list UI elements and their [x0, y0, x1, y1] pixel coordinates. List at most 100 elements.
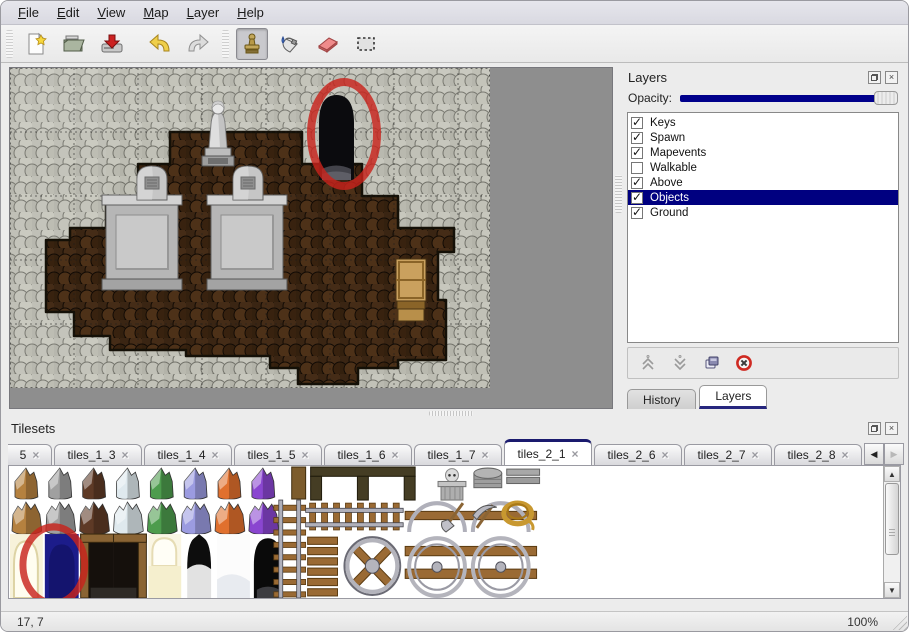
layer-row-spawn[interactable]: ✓ Spawn	[628, 130, 898, 145]
layer-visibility-checkbox[interactable]: ✓	[631, 177, 643, 189]
redo-button[interactable]	[182, 28, 214, 60]
opacity-label: Opacity:	[628, 91, 672, 105]
fill-bucket-icon	[277, 31, 303, 57]
layer-row-ground[interactable]: ✓ Ground	[628, 205, 898, 220]
delete-icon	[735, 354, 753, 372]
chevron-down-icon	[671, 354, 689, 372]
menu-help[interactable]: Help	[228, 3, 273, 22]
vertical-splitter[interactable]	[613, 63, 625, 409]
layer-row-objects[interactable]: ✓ Objects	[628, 190, 898, 205]
layer-row-above[interactable]: ✓ Above	[628, 175, 898, 190]
menubar: File Edit View Map Layer Help	[1, 1, 908, 25]
tilesets-panel: Tilesets × 5× tiles_1_3× tiles_1_4× tile…	[8, 418, 901, 611]
main-area: Layers × Opacity: ✓ Keys ✓	[1, 63, 908, 409]
tab-scroll-left-button[interactable]: ◀	[864, 443, 884, 465]
eraser-tool-button[interactable]	[312, 28, 344, 60]
tab-close-icon[interactable]: ×	[842, 448, 849, 462]
cursor-coordinates: 17, 7	[17, 615, 44, 629]
layer-row-walkable[interactable]: ✓ Walkable	[628, 160, 898, 175]
undo-icon	[147, 31, 173, 57]
rect-select-tool-button[interactable]	[350, 28, 382, 60]
tileset-tab[interactable]: tiles_2_6×	[594, 444, 682, 465]
tileset-tab[interactable]: tiles_1_6×	[324, 444, 412, 465]
tileset-tab[interactable]: tiles_2_1×	[504, 439, 592, 465]
tileset-tab[interactable]: 5×	[8, 444, 52, 465]
tab-layers[interactable]: Layers	[699, 385, 767, 409]
new-file-icon	[23, 31, 49, 57]
scrollbar-thumb[interactable]	[885, 483, 899, 555]
move-layer-down-button[interactable]	[670, 353, 690, 373]
tab-close-icon[interactable]: ×	[572, 447, 579, 461]
toolbar-drag-handle[interactable]	[6, 30, 13, 58]
check-icon: ✓	[632, 131, 642, 143]
menu-map[interactable]: Map	[134, 3, 177, 22]
layers-panel-float-button[interactable]	[868, 71, 881, 84]
tileset-tab[interactable]: tiles_1_3×	[54, 444, 142, 465]
tilesets-panel-close-button[interactable]: ×	[885, 422, 898, 435]
opacity-slider-handle[interactable]	[874, 91, 898, 105]
layer-list: ✓ Keys ✓ Spawn ✓ Mapevents ✓ Walkable ✓	[627, 112, 899, 343]
move-layer-up-button[interactable]	[638, 353, 658, 373]
scroll-up-button[interactable]: ▲	[884, 466, 900, 482]
toolbar	[1, 25, 908, 63]
map-canvas[interactable]	[10, 68, 612, 406]
menu-edit[interactable]: Edit	[48, 3, 88, 22]
layers-panel-close-button[interactable]: ×	[885, 71, 898, 84]
undo-button[interactable]	[144, 28, 176, 60]
new-map-button[interactable]	[20, 28, 52, 60]
layer-name: Ground	[650, 207, 688, 219]
scroll-down-button[interactable]: ▼	[884, 582, 900, 598]
tileset-tab[interactable]: tiles_2_8×	[774, 444, 862, 465]
toolbar-drag-handle[interactable]	[222, 30, 229, 58]
delete-layer-button[interactable]	[734, 353, 754, 373]
layer-name: Above	[650, 177, 683, 189]
layer-visibility-checkbox[interactable]: ✓	[631, 147, 643, 159]
layer-visibility-checkbox[interactable]: ✓	[631, 207, 643, 219]
statusbar: 17, 7 100%	[1, 611, 908, 631]
layer-name: Walkable	[650, 162, 697, 174]
tileset-tab[interactable]: tiles_1_7×	[414, 444, 502, 465]
opacity-row: Opacity:	[625, 87, 901, 109]
menu-file[interactable]: File	[9, 3, 48, 22]
menu-layer[interactable]: Layer	[178, 3, 229, 22]
tab-close-icon[interactable]: ×	[302, 448, 309, 462]
layer-visibility-checkbox[interactable]: ✓	[631, 192, 643, 204]
open-map-button[interactable]	[58, 28, 90, 60]
tab-scroll-right-button[interactable]: ▶	[884, 443, 904, 465]
tab-close-icon[interactable]: ×	[482, 448, 489, 462]
stamp-tool-button[interactable]	[236, 28, 268, 60]
resize-grip[interactable]	[892, 615, 907, 630]
close-icon: ×	[889, 424, 894, 433]
tab-close-icon[interactable]: ×	[122, 448, 129, 462]
map-view	[9, 67, 613, 409]
tilesets-panel-float-button[interactable]	[868, 422, 881, 435]
save-map-button[interactable]	[96, 28, 128, 60]
duplicate-icon	[703, 354, 721, 372]
duplicate-layer-button[interactable]	[702, 353, 722, 373]
layer-visibility-checkbox[interactable]: ✓	[631, 132, 643, 144]
layer-buttons	[627, 347, 899, 379]
layer-row-keys[interactable]: ✓ Keys	[628, 115, 898, 130]
menu-view[interactable]: View	[88, 3, 134, 22]
tileset-tabs: 5× tiles_1_3× tiles_1_4× tiles_1_5× tile…	[8, 438, 901, 465]
horizontal-splitter[interactable]	[1, 409, 908, 418]
check-icon: ✓	[632, 206, 642, 218]
tab-close-icon[interactable]: ×	[392, 448, 399, 462]
tab-history[interactable]: History	[627, 389, 696, 409]
fill-tool-button[interactable]	[274, 28, 306, 60]
opacity-slider[interactable]	[680, 90, 898, 106]
tileset-tab[interactable]: tiles_1_4×	[144, 444, 232, 465]
tileset-canvas[interactable]	[9, 466, 883, 598]
float-icon	[871, 75, 877, 81]
tileset-tab[interactable]: tiles_1_5×	[234, 444, 322, 465]
layer-row-mapevents[interactable]: ✓ Mapevents	[628, 145, 898, 160]
tab-close-icon[interactable]: ×	[752, 448, 759, 462]
tileset-tab[interactable]: tiles_2_7×	[684, 444, 772, 465]
layer-visibility-checkbox[interactable]: ✓	[631, 117, 643, 129]
tab-close-icon[interactable]: ×	[212, 448, 219, 462]
barrel-top	[474, 468, 502, 488]
tab-close-icon[interactable]: ×	[662, 448, 669, 462]
tab-close-icon[interactable]: ×	[32, 448, 39, 462]
tileset-scrollbar[interactable]: ▲ ▼	[883, 466, 900, 598]
layer-visibility-checkbox[interactable]: ✓	[631, 162, 643, 174]
